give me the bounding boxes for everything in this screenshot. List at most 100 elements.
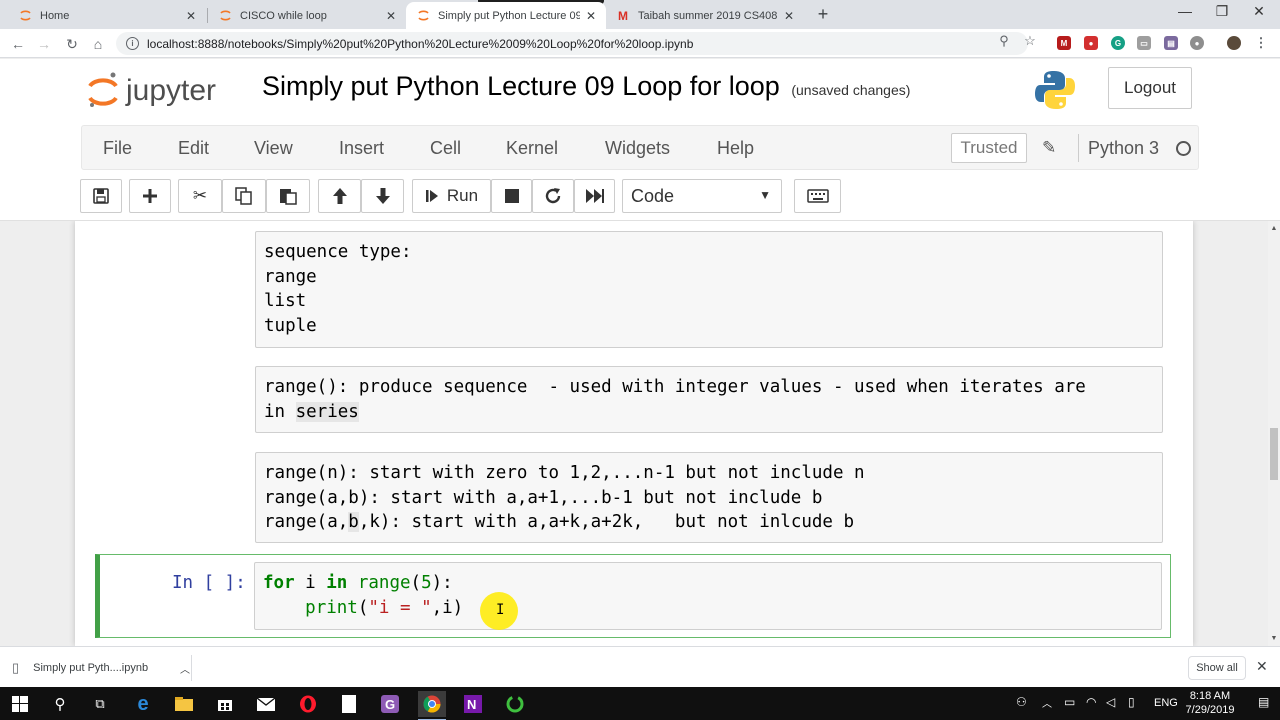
language-indicator[interactable]: ENG <box>1154 697 1178 709</box>
windows-start-icon[interactable] <box>6 691 34 717</box>
zoom-icon[interactable]: ⚲ <box>994 33 1014 49</box>
browser-tab-cisco[interactable]: CISCO while loop ✕ <box>208 2 406 29</box>
notebook-area[interactable]: sequence type: range list tuple range():… <box>0 221 1268 646</box>
menu-widgets[interactable]: Widgets <box>605 138 670 159</box>
scroll-up-icon[interactable]: ▲ <box>1268 223 1280 235</box>
download-item[interactable]: ▯ Simply put Pyth....ipynb ︿ <box>12 655 190 681</box>
reload-icon[interactable]: ↻ <box>62 34 82 54</box>
show-all-button[interactable]: Show all <box>1188 656 1246 680</box>
markdown-cell[interactable]: range(n): start with zero to 1,2,...n-1 … <box>255 452 1163 543</box>
markdown-cell[interactable]: range(): produce sequence - used with in… <box>255 366 1163 433</box>
bookmark-star-icon[interactable]: ☆ <box>1020 33 1040 49</box>
builtin: range <box>357 573 411 593</box>
svg-text:N: N <box>467 697 476 712</box>
new-tab-icon[interactable]: + <box>814 4 832 24</box>
cell-type-select[interactable]: Code ▼ <box>622 179 782 213</box>
mail-icon[interactable] <box>252 691 280 717</box>
notifications-icon[interactable]: ▤ <box>1258 695 1269 709</box>
menu-insert[interactable]: Insert <box>339 138 384 159</box>
close-icon[interactable]: ✕ <box>1256 658 1268 675</box>
close-icon[interactable]: ✕ <box>386 9 396 23</box>
browser-tab-gmail[interactable]: M Taibah summer 2019 CS408 scor ✕ <box>606 2 804 29</box>
kernel-separator <box>1078 134 1079 162</box>
opera-icon[interactable] <box>294 691 322 717</box>
grammarly-icon[interactable]: G <box>1111 36 1125 50</box>
code-token: ( <box>357 597 369 618</box>
people-icon[interactable]: ⚇ <box>1016 695 1027 709</box>
chevron-up-icon[interactable]: ︿ <box>1042 695 1052 710</box>
info-icon[interactable]: i <box>126 37 139 50</box>
chrome-icon[interactable] <box>418 691 446 720</box>
search-icon[interactable]: ⚲ <box>46 691 74 717</box>
selected-code-cell[interactable]: In [ ]: for i in range(5): print("i = ",… <box>95 554 1171 638</box>
maximize-icon[interactable]: ❐ <box>1207 3 1237 20</box>
browser-tab-lecture[interactable]: Simply put Python Lecture 09 Lo ✕ <box>406 2 606 29</box>
divider <box>191 655 192 681</box>
notebook-name[interactable]: Simply put Python Lecture 09 Loop for lo… <box>262 71 780 101</box>
minimize-icon[interactable]: — <box>1170 3 1200 19</box>
store-icon[interactable] <box>211 691 239 717</box>
window-close-icon[interactable]: ✕ <box>1244 3 1274 20</box>
command-palette-button[interactable] <box>794 179 841 213</box>
browser-tab-home[interactable]: Home ✕ <box>8 2 206 29</box>
onenote-icon[interactable]: N <box>459 691 487 717</box>
code-input[interactable]: for i in range(5): print("i = ",i) <box>254 562 1162 630</box>
notepad-icon[interactable] <box>335 691 363 717</box>
trusted-button[interactable]: Trusted <box>951 133 1027 163</box>
markdown-cell[interactable]: sequence type: range list tuple <box>255 231 1163 348</box>
menu-kernel[interactable]: Kernel <box>506 138 558 159</box>
menu-edit[interactable]: Edit <box>178 138 209 159</box>
forward-icon[interactable]: → <box>34 34 54 54</box>
chevron-up-icon[interactable]: ︿ <box>180 661 190 676</box>
jupyter-header: jupyter Simply put Python Lecture 09 Loo… <box>0 59 1280 124</box>
wifi-icon[interactable]: ◠ <box>1086 695 1096 709</box>
save-button[interactable] <box>80 179 122 213</box>
home-icon[interactable]: ⌂ <box>88 34 108 54</box>
avatar[interactable] <box>1227 36 1241 50</box>
close-icon[interactable]: ✕ <box>186 9 196 23</box>
adblock-icon[interactable]: ● <box>1084 36 1098 50</box>
move-down-button[interactable] <box>361 179 404 213</box>
more-menu-icon[interactable]: ⋮ <box>1254 35 1268 50</box>
kernel-name[interactable]: Python 3 <box>1088 138 1159 159</box>
stop-icon <box>504 189 519 203</box>
taskbar-clock[interactable]: 8:18 AM 7/29/2019 <box>1180 689 1240 717</box>
scroll-down-icon[interactable]: ▼ <box>1268 633 1280 645</box>
cut-button[interactable]: ✂ <box>178 179 222 213</box>
extension-icon[interactable]: M <box>1057 36 1071 50</box>
menu-view[interactable]: View <box>254 138 293 159</box>
run-button[interactable]: Run <box>412 179 491 213</box>
address-bar[interactable]: i localhost:8888/notebooks/Simply%20put%… <box>116 32 1028 55</box>
task-view-icon[interactable]: ⧉ <box>86 691 114 717</box>
restart-run-all-button[interactable] <box>574 179 615 213</box>
logout-button[interactable]: Logout <box>1108 67 1192 109</box>
code-token: ,i) <box>431 597 464 618</box>
menu-file[interactable]: File <box>103 138 132 159</box>
cell-type-value: Code <box>631 185 675 206</box>
menu-cell[interactable]: Cell <box>430 138 461 159</box>
extension-icon[interactable]: ▤ <box>1164 36 1178 50</box>
menu-help[interactable]: Help <box>717 138 754 159</box>
file-explorer-icon[interactable] <box>170 691 198 717</box>
notebook-title[interactable]: Simply put Python Lecture 09 Loop for lo… <box>262 71 910 102</box>
back-icon[interactable]: ← <box>8 34 28 54</box>
close-icon[interactable]: ✕ <box>784 9 794 23</box>
restart-button[interactable] <box>532 179 574 213</box>
refresh-app-icon[interactable] <box>501 691 529 717</box>
recorder-app-icon[interactable]: G <box>376 691 404 717</box>
jupyter-logo[interactable]: jupyter <box>86 69 246 113</box>
copy-button[interactable] <box>222 179 266 213</box>
scrollbar-thumb[interactable] <box>1270 428 1278 480</box>
close-icon[interactable]: ✕ <box>586 9 596 23</box>
battery-icon[interactable]: ▭ <box>1064 695 1075 709</box>
move-up-button[interactable] <box>318 179 361 213</box>
paste-button[interactable] <box>266 179 310 213</box>
interrupt-button[interactable] <box>491 179 532 213</box>
insert-cell-button[interactable] <box>129 179 171 213</box>
edit-pencil-icon[interactable]: ✎ <box>1042 138 1056 158</box>
extension-icon[interactable]: ▭ <box>1137 36 1151 50</box>
volume-icon[interactable]: ◁ <box>1106 695 1115 709</box>
network-icon[interactable]: ▯ <box>1128 695 1135 709</box>
edge-icon[interactable]: e <box>129 691 157 717</box>
extension-icon[interactable]: ● <box>1190 36 1204 50</box>
